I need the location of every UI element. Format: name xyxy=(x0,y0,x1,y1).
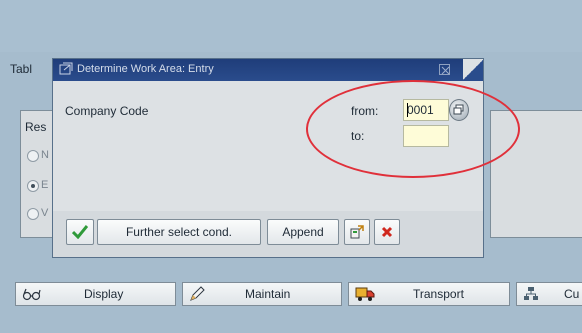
dialog-title: Determine Work Area: Entry xyxy=(77,63,214,75)
cancel-button[interactable] xyxy=(374,219,400,245)
close-icon xyxy=(441,66,450,75)
radio-option-1-label: N xyxy=(41,149,49,161)
dialog-arrow-icon xyxy=(59,62,73,76)
title-corner xyxy=(463,59,483,81)
continue-button[interactable] xyxy=(66,219,94,245)
maintain-label: Maintain xyxy=(245,287,291,301)
pencil-icon xyxy=(189,286,205,305)
dialog-titlebar: Determine Work Area: Entry xyxy=(53,59,483,81)
radio-option-2[interactable] xyxy=(27,180,39,192)
display-button[interactable]: Display xyxy=(15,282,176,306)
dialog-toolbar: Further select cond. Append xyxy=(53,211,483,257)
transport-label: Transport xyxy=(413,287,464,301)
application-toolbar: Display Maintain Transport Cu xyxy=(0,282,582,308)
customizing-button[interactable]: Cu xyxy=(516,282,582,306)
display-label: Display xyxy=(84,287,124,301)
multiple-selection-icon xyxy=(350,225,364,239)
checkmark-icon xyxy=(72,225,88,239)
radio-option-1[interactable] xyxy=(27,150,39,162)
further-select-cond-button[interactable]: Further select cond. xyxy=(97,219,261,245)
glasses-icon xyxy=(22,286,42,305)
truck-icon xyxy=(355,286,375,305)
maintain-button[interactable]: Maintain xyxy=(182,282,342,306)
structure-icon xyxy=(523,286,539,305)
multiple-selection-button[interactable] xyxy=(344,219,370,245)
customizing-label: Cu xyxy=(564,287,580,301)
restrictions-label: Res xyxy=(25,120,47,134)
radio-option-2-label: E xyxy=(41,179,49,191)
close-button[interactable] xyxy=(439,64,450,75)
table-view-label: Tabl xyxy=(10,62,33,76)
company-code-label: Company Code xyxy=(65,104,149,118)
append-button[interactable]: Append xyxy=(267,219,339,245)
radio-option-3[interactable] xyxy=(27,208,39,220)
red-highlight-circle xyxy=(306,80,520,178)
cancel-icon xyxy=(381,226,393,238)
transport-button[interactable]: Transport xyxy=(348,282,510,306)
window-background xyxy=(0,0,582,52)
radio-option-3-label: V xyxy=(41,207,49,219)
